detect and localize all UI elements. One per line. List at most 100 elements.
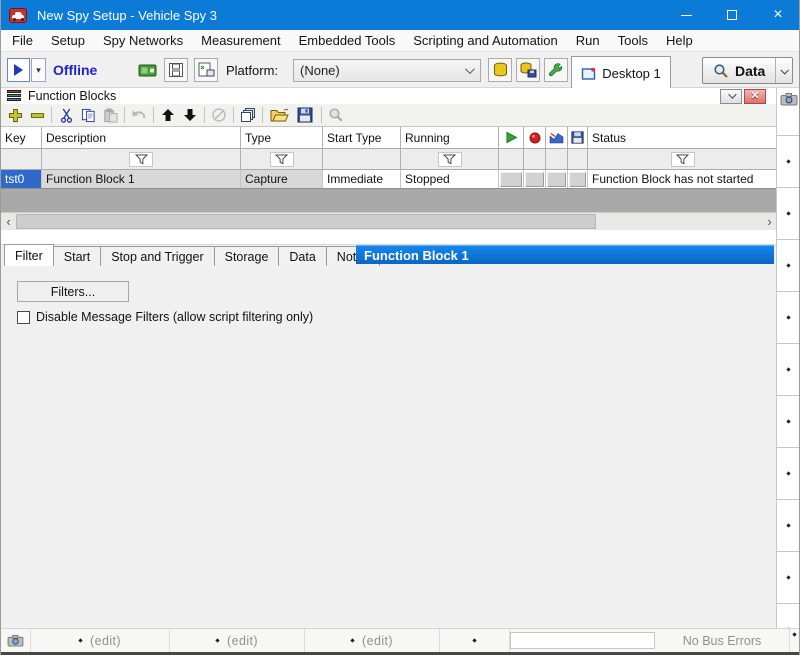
statusbar-screenshot-button[interactable] [1,629,31,652]
platform-value: (None) [300,63,340,78]
statusbar-edit-slot-3[interactable]: (edit) [305,629,440,652]
screenshot-button[interactable] [777,88,800,110]
menu-item-help[interactable]: Help [657,30,702,51]
tab-storage[interactable]: Storage [214,246,280,266]
filter-funnel-button[interactable] [438,152,462,167]
column-header-description[interactable]: Description [42,127,241,148]
cut-button[interactable] [55,105,77,125]
cell-start-button[interactable] [499,170,524,188]
save-button[interactable] [292,105,318,125]
windows-icon [240,107,256,123]
dock-handle[interactable] [777,240,800,292]
logger-button[interactable] [194,58,218,82]
desktop-1-tab[interactable]: Desktop 1 [571,56,671,89]
dock-handle[interactable] [777,552,800,604]
tab-filter[interactable]: Filter [4,244,54,266]
save-setup-button[interactable] [164,58,188,82]
column-header-graph[interactable] [546,127,568,148]
panel-close-button[interactable]: ✕ [744,89,766,104]
menu-item-scripting[interactable]: Scripting and Automation [404,30,567,51]
cell-start-type[interactable]: Immediate [323,170,401,188]
menu-item-tools[interactable]: Tools [609,30,657,51]
table-row[interactable]: tst0 Function Block 1 Capture Immediate … [1,170,777,189]
dock-handle[interactable] [777,188,800,240]
move-down-button[interactable] [179,105,201,125]
cell-status[interactable]: Function Block has not started [588,170,777,188]
data-button-dropdown[interactable] [775,58,792,83]
column-header-record-all[interactable] [524,127,546,148]
maximize-button[interactable] [709,0,755,30]
undo-button[interactable] [128,105,150,125]
filter-funnel-button[interactable] [270,152,294,167]
column-header-key[interactable]: Key [1,127,42,148]
remove-block-button[interactable] [26,105,48,125]
filter-funnel-button[interactable] [129,152,153,167]
column-header-running[interactable]: Running [401,127,499,148]
dock-handle[interactable] [777,292,800,344]
statusbar-slot-4[interactable] [440,629,510,652]
cell-record-button[interactable] [524,170,546,188]
menu-item-spy-networks[interactable]: Spy Networks [94,30,192,51]
cell-running[interactable]: Stopped [401,170,499,188]
function-blocks-toolbar [1,104,776,126]
tab-stop-and-trigger[interactable]: Stop and Trigger [100,246,214,266]
cascade-windows-button[interactable] [237,105,259,125]
menu-item-run[interactable]: Run [567,30,609,51]
dock-handle[interactable] [777,448,800,500]
column-header-start-type[interactable]: Start Type [323,127,401,148]
go-online-dropdown[interactable]: ▾ [31,58,46,82]
cell-save-button[interactable] [568,170,588,188]
cell-type[interactable]: Capture [241,170,323,188]
disable-filters-checkbox[interactable] [17,311,30,324]
cell-graph-button[interactable] [546,170,568,188]
platform-combobox[interactable]: (None) [293,59,481,82]
statusbar-edit-slot-2[interactable]: (edit) [170,629,305,652]
minimize-button[interactable] [663,0,709,30]
cell-description[interactable]: Function Block 1 [42,170,241,188]
bullet-icon [350,638,354,642]
dock-handle[interactable] [777,396,800,448]
menu-item-embedded-tools[interactable]: Embedded Tools [290,30,405,51]
open-folder-icon [270,108,289,122]
dock-handle[interactable] [777,500,800,552]
go-online-button[interactable] [7,58,30,82]
scroll-left-arrow[interactable]: ‹ [1,213,16,230]
grid-empty-area [1,189,777,212]
column-header-type[interactable]: Type [241,127,323,148]
panel-collapse-button[interactable] [720,89,742,104]
open-button[interactable] [266,105,292,125]
disable-button[interactable] [208,105,230,125]
scrollbar-thumb[interactable] [16,214,596,229]
horizontal-scrollbar[interactable]: ‹ › [1,212,777,230]
filters-button[interactable]: Filters... [17,281,129,302]
neovi-hardware-button[interactable] [135,58,159,82]
scroll-right-arrow[interactable]: › [762,213,777,230]
filter-funnel-button[interactable] [671,152,695,167]
menu-item-file[interactable]: File [3,30,42,51]
tab-data[interactable]: Data [278,246,326,266]
cell-key[interactable]: tst0 [1,170,42,188]
copy-button[interactable] [77,105,99,125]
filter-cell-icon [524,149,546,169]
menu-item-setup[interactable]: Setup [42,30,94,51]
tab-start[interactable]: Start [53,246,101,266]
dock-handle[interactable] [777,344,800,396]
dock-handle[interactable] [777,136,800,188]
menu-item-measurement[interactable]: Measurement [192,30,289,51]
remove-icon [30,108,45,123]
setup-hardware-button[interactable] [544,58,568,82]
add-block-button[interactable] [4,105,26,125]
statusbar-edit-slot-1[interactable]: (edit) [31,629,170,652]
bullet-icon [472,638,476,642]
database-save-icon [520,62,537,78]
column-header-save[interactable] [568,127,588,148]
paste-button[interactable] [99,105,121,125]
platform-database-button[interactable] [488,58,512,82]
column-header-status[interactable]: Status [588,127,777,148]
zoom-button[interactable] [325,105,347,125]
data-button[interactable]: Data [702,57,793,84]
move-up-button[interactable] [157,105,179,125]
save-database-button[interactable] [516,58,540,82]
column-header-start-all[interactable] [499,127,524,148]
close-button[interactable]: × [755,0,800,30]
